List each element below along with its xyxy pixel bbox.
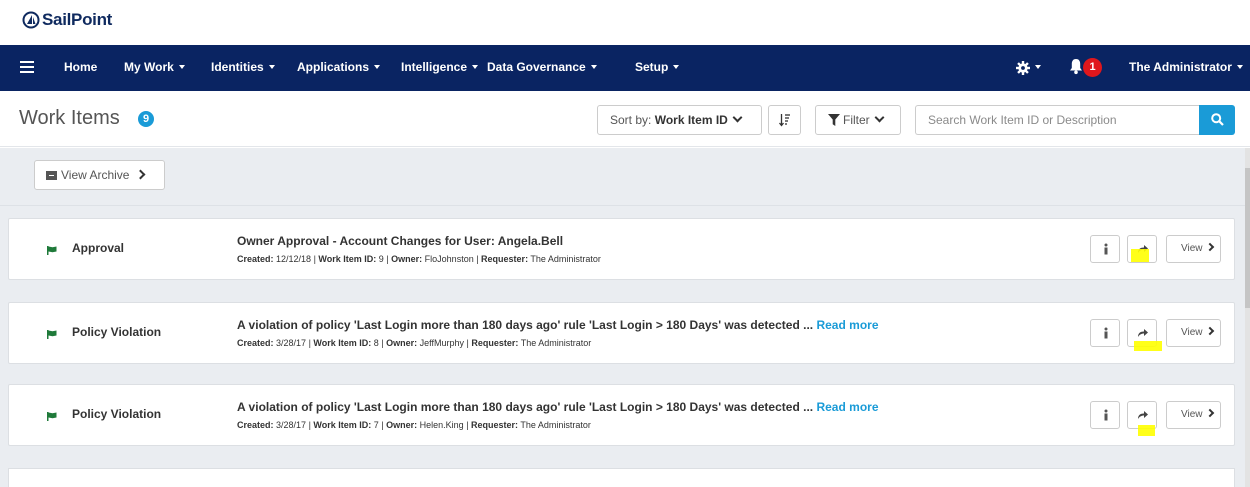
info-icon [1104, 327, 1108, 339]
work-item-type: Policy Violation [72, 325, 162, 339]
chevron-right-icon [1205, 242, 1214, 252]
work-item-description[interactable]: A violation of policy 'Last Login more t… [237, 318, 879, 332]
read-more-link[interactable]: Read more [816, 318, 878, 332]
work-item-meta: Created: 12/12/18 | Work Item ID: 9 | Ow… [237, 254, 601, 264]
archive-box-icon [46, 171, 57, 180]
chevron-right-icon [1205, 408, 1214, 418]
details-button[interactable] [1090, 235, 1120, 263]
sort-prefix: Sort by: [610, 113, 652, 127]
main-nav: Home My Work Identities Applications Int… [0, 45, 1250, 91]
caret-down-icon [268, 65, 275, 69]
details-button[interactable] [1090, 319, 1120, 347]
scrollbar-thumb[interactable] [1245, 168, 1250, 308]
work-item-meta: Created: 3/28/17 | Work Item ID: 7 | Own… [237, 420, 591, 430]
work-item-description[interactable]: A violation of policy 'Last Login more t… [237, 400, 879, 414]
brand-name: SailPoint [42, 10, 113, 29]
nav-item-data-governance[interactable]: Data Governance [487, 60, 597, 74]
divider [0, 205, 1250, 206]
work-item-meta: Created: 3/28/17 | Work Item ID: 8 | Own… [237, 338, 592, 348]
nav-item-applications[interactable]: Applications [297, 60, 381, 74]
settings-menu[interactable] [1016, 60, 1041, 75]
filter-button[interactable]: Filter [815, 105, 901, 135]
caret-down-icon [590, 65, 597, 69]
sort-order-button[interactable] [768, 105, 801, 135]
view-archive-button[interactable]: View Archive [34, 160, 165, 190]
yellow-highlight-mark [1134, 341, 1162, 351]
search-button[interactable] [1199, 105, 1235, 135]
caret-down-icon [1035, 65, 1041, 69]
sort-order-icon [779, 114, 790, 127]
sort-dropdown[interactable]: Sort by: Work Item ID [597, 105, 762, 135]
funnel-icon [828, 114, 840, 126]
chevron-right-icon [136, 169, 146, 180]
user-menu[interactable]: The Administrator [1129, 60, 1243, 74]
chevron-right-icon [1205, 326, 1214, 336]
nav-item-setup[interactable]: Setup [635, 60, 680, 74]
brand-bar: SailPoint [0, 0, 1250, 45]
flag-icon [47, 412, 57, 421]
view-archive-label: View Archive [61, 168, 130, 182]
page-scrollbar[interactable] [1245, 148, 1250, 487]
page-title: Work Items [19, 107, 120, 129]
flag-icon [47, 330, 57, 339]
hamburger-icon[interactable] [20, 60, 34, 74]
work-item-card[interactable]: Policy Violation A violation of policy '… [8, 302, 1235, 364]
bell-icon [1070, 59, 1082, 75]
sailpoint-logo[interactable]: SailPoint [22, 10, 112, 30]
chevron-down-icon [874, 112, 885, 123]
work-item-card[interactable]: Approval Owner Approval - Account Change… [8, 218, 1235, 280]
sailpoint-logo-mark [22, 11, 40, 29]
flag-icon [47, 246, 57, 255]
yellow-highlight-mark [1131, 249, 1149, 262]
notifications-button[interactable] [1069, 58, 1083, 78]
work-items-content: View Archive Approval Owner Approval - A… [0, 148, 1250, 487]
sort-value: Work Item ID [654, 113, 728, 127]
chevron-down-icon [732, 112, 743, 123]
nav-item-intelligence[interactable]: Intelligence [401, 60, 479, 74]
nav-item-my-work[interactable]: My Work [124, 60, 185, 74]
nav-item-home[interactable]: Home [64, 60, 97, 74]
work-item-type: Approval [72, 241, 125, 255]
search-input[interactable] [915, 105, 1200, 135]
page-header: Work Items 9 Sort by: Work Item ID Filte… [0, 91, 1250, 147]
search-icon [1211, 113, 1224, 126]
work-item-type: Policy Violation [72, 407, 162, 421]
notification-count-badge: 1 [1083, 58, 1102, 77]
info-icon [1104, 409, 1108, 421]
read-more-link[interactable]: Read more [816, 400, 878, 414]
caret-down-icon [374, 65, 381, 69]
caret-down-icon [673, 65, 680, 69]
work-item-card-partial[interactable] [8, 468, 1235, 487]
filter-label: Filter [843, 113, 870, 127]
gear-icon [1016, 60, 1030, 75]
info-icon [1104, 243, 1108, 255]
yellow-highlight-mark [1138, 425, 1155, 436]
view-button[interactable]: View [1166, 401, 1221, 429]
forward-arrow-icon [1138, 411, 1148, 419]
caret-down-icon [1236, 65, 1243, 69]
caret-down-icon [472, 65, 479, 69]
forward-arrow-icon [1138, 329, 1148, 337]
view-button[interactable]: View [1166, 319, 1221, 347]
caret-down-icon [178, 65, 185, 69]
nav-item-identities[interactable]: Identities [211, 60, 275, 74]
details-button[interactable] [1090, 401, 1120, 429]
work-item-card[interactable]: Policy Violation A violation of policy '… [8, 384, 1235, 446]
work-item-description[interactable]: Owner Approval - Account Changes for Use… [237, 234, 563, 248]
work-item-count-badge: 9 [138, 111, 154, 127]
view-button[interactable]: View [1166, 235, 1221, 263]
